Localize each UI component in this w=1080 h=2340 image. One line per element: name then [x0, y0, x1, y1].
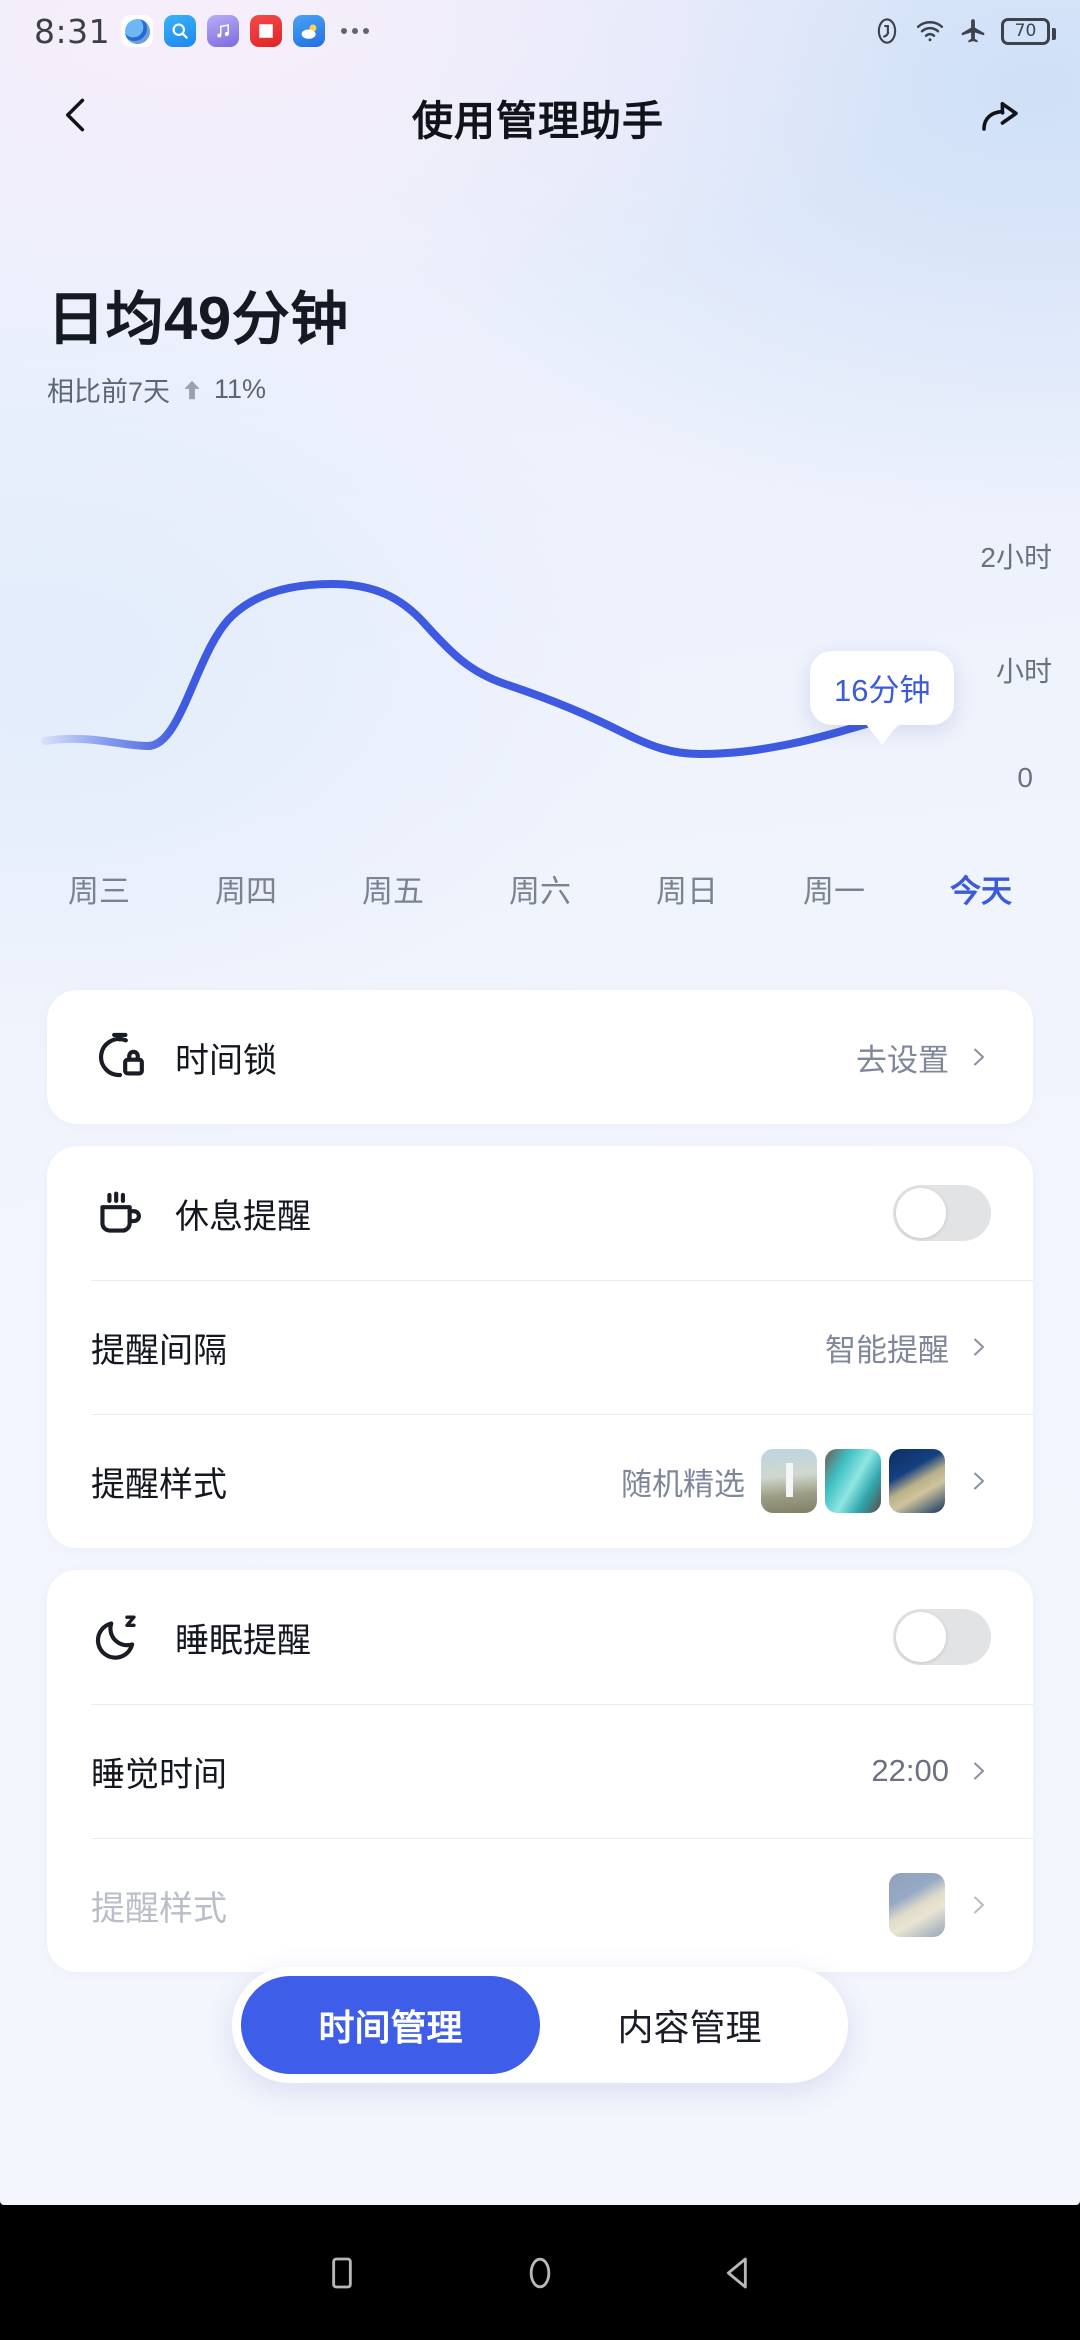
tab-time-management[interactable]: 时间管理 — [241, 1976, 540, 2074]
coastline-thumbnail — [889, 1449, 945, 1513]
chart-line-path — [41, 580, 894, 758]
row-break-reminder[interactable]: 休息提醒 — [47, 1146, 1033, 1280]
row-label-break-reminder: 休息提醒 — [175, 1197, 311, 1236]
status-bar-right: 70 — [872, 16, 1056, 46]
row-sleep-reminder[interactable]: 睡眠提醒 — [47, 1570, 1033, 1704]
back-button[interactable] — [40, 81, 112, 153]
android-navigation-bar — [0, 2205, 1080, 2340]
toggle-sleep-reminder[interactable] — [893, 1609, 991, 1665]
battery-level: 70 — [1014, 21, 1037, 41]
bottom-tab-bar: 时间管理 内容管理 — [232, 1967, 848, 2083]
reminder-style-thumbnails — [761, 1449, 945, 1513]
app-surface: 8:31 70 使用管理助手 日均49分钟 相比前7天 11% 2小时 小时 0… — [0, 0, 1080, 2205]
stopwatch-lock-icon — [91, 1028, 149, 1086]
row-time-lock[interactable]: 时间锁 去设置 — [47, 990, 1033, 1124]
search-icon — [164, 15, 197, 47]
chevron-right-icon — [965, 1751, 991, 1791]
daily-average-heading: 日均49分钟 — [47, 272, 747, 356]
day-label-2[interactable]: 周五 — [350, 866, 436, 911]
y-axis-label-top: 2小时 — [980, 542, 1052, 573]
chevron-right-icon — [965, 1037, 991, 1077]
nfc-icon — [872, 16, 902, 46]
y-axis-label-mid: 小时 — [995, 656, 1052, 687]
wifi-icon — [915, 16, 945, 46]
back-nav-icon[interactable] — [718, 2253, 758, 2293]
trend-value: 11% — [214, 374, 267, 404]
tab-content-management[interactable]: 内容管理 — [540, 1976, 839, 2074]
more-icon — [341, 28, 370, 34]
usage-summary: 日均49分钟 相比前7天 11% — [47, 272, 747, 409]
day-label-5[interactable]: 周一 — [791, 866, 877, 911]
chart-tooltip-value: 16分钟 — [834, 673, 931, 708]
browser-icon — [121, 15, 154, 47]
row-sleep-reminder-style[interactable]: 提醒样式 — [47, 1838, 1033, 1972]
row-reminder-interval[interactable]: 提醒间隔 智能提醒 — [47, 1280, 1033, 1414]
airplane-mode-icon — [958, 16, 988, 46]
phone-screen: 8:31 70 使用管理助手 日均49分钟 相比前7天 11% 2小时 小时 0… — [0, 0, 1080, 2340]
trend-comparison: 相比前7天 11% — [47, 370, 747, 409]
row-label-reminder-style: 提醒样式 — [91, 1465, 227, 1504]
row-value-reminder-interval: 智能提醒 — [825, 1332, 949, 1368]
top-navigation-bar: 使用管理助手 — [0, 62, 1080, 172]
row-value-time-lock: 去设置 — [856, 1042, 949, 1078]
waterfall-thumbnail — [825, 1449, 881, 1513]
sleep-style-thumbnails — [889, 1873, 945, 1937]
chevron-right-icon — [965, 1885, 991, 1925]
status-time: 8:31 — [34, 11, 111, 51]
compare-label: 相比前7天 — [47, 377, 171, 407]
card-time-lock: 时间锁 去设置 — [47, 990, 1033, 1124]
row-label-sleep-reminder: 睡眠提醒 — [175, 1621, 311, 1660]
page-title: 使用管理助手 — [412, 98, 664, 144]
row-label-sleep-reminder-style: 提醒样式 — [91, 1889, 227, 1928]
status-bar: 8:31 70 — [0, 0, 1080, 62]
chart-day-axis: 周三 周四 周五 周六 周日 周一 今天 — [0, 866, 1080, 911]
coffee-cup-icon — [91, 1184, 149, 1242]
row-label-reminder-interval: 提醒间隔 — [91, 1331, 227, 1370]
day-label-4[interactable]: 周日 — [644, 866, 730, 911]
daily-average-prefix: 日均 — [47, 287, 165, 352]
row-bedtime[interactable]: 睡觉时间 22:00 — [47, 1704, 1033, 1838]
home-icon[interactable] — [520, 2253, 560, 2293]
toggle-knob — [896, 1612, 946, 1662]
battery-indicator: 70 — [1001, 17, 1056, 45]
daily-average-unit: 分钟 — [231, 287, 349, 352]
row-reminder-style[interactable]: 提醒样式 随机精选 — [47, 1414, 1033, 1548]
share-icon — [976, 91, 1024, 144]
book-icon — [250, 15, 283, 47]
recent-apps-icon[interactable] — [322, 2253, 362, 2293]
row-label-time-lock: 时间锁 — [175, 1041, 277, 1080]
arrow-up-icon — [179, 376, 205, 404]
chart-tooltip: 16分钟 — [810, 651, 955, 725]
settings-list: 时间锁 去设置 休息提醒 提醒间隔 智能提醒 提醒样式 随机精选 睡眠提醒 睡觉… — [0, 990, 1080, 1994]
row-label-bedtime: 睡觉时间 — [91, 1755, 227, 1794]
toggle-knob — [896, 1188, 946, 1238]
row-value-bedtime: 22:00 — [871, 1753, 949, 1788]
weather-icon — [293, 15, 326, 47]
sleep-style-thumbnail — [889, 1873, 945, 1937]
status-bar-left: 8:31 — [34, 11, 370, 51]
y-axis-label-bottom: 0 — [1017, 762, 1033, 793]
share-button[interactable] — [964, 81, 1036, 153]
card-sleep-reminder: 睡眠提醒 睡觉时间 22:00 提醒样式 — [47, 1570, 1033, 1972]
day-label-today[interactable]: 今天 — [938, 866, 1024, 911]
music-icon — [207, 15, 240, 47]
day-label-1[interactable]: 周四 — [203, 866, 289, 911]
daily-average-value: 49 — [164, 285, 232, 352]
card-break-reminder: 休息提醒 提醒间隔 智能提醒 提醒样式 随机精选 — [47, 1146, 1033, 1548]
day-label-3[interactable]: 周六 — [497, 866, 583, 911]
row-value-reminder-style: 随机精选 — [621, 1466, 745, 1502]
back-arrow-icon — [54, 93, 98, 142]
toggle-break-reminder[interactable] — [893, 1185, 991, 1241]
chevron-right-icon — [965, 1461, 991, 1501]
chevron-right-icon — [965, 1327, 991, 1367]
moon-z-icon — [91, 1608, 149, 1666]
lighthouse-thumbnail — [761, 1449, 817, 1513]
day-label-0[interactable]: 周三 — [56, 866, 142, 911]
